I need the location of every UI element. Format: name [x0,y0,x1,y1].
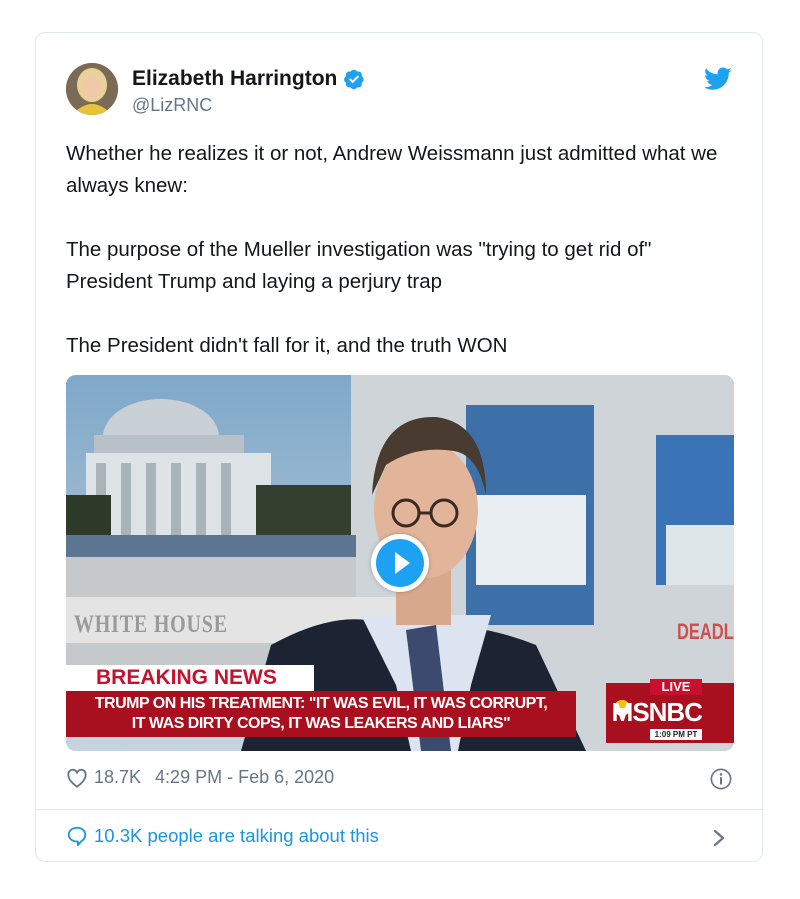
author-handle[interactable]: @LizRNC [132,95,212,116]
author-name[interactable]: Elizabeth Harrington [132,67,337,91]
broadcast-time: 1:09 PM PT [650,729,702,740]
network-logo: MSNBC [611,697,703,727]
play-button[interactable] [371,534,429,592]
play-icon [376,539,424,587]
speech-bubble-icon [67,826,87,847]
headline-line: TRUMP ON HIS TREATMENT: "IT WAS EVIL, IT… [94,695,548,712]
video-player[interactable]: WHITE HOUSE DEADL BREAKING NEWS TRUMP ON… [66,375,734,751]
chevron-right-icon[interactable] [712,828,726,848]
breaking-news-banner: BREAKING NEWS [66,665,314,691]
avatar[interactable] [66,63,118,115]
tweet-card: Elizabeth Harrington @LizRNC Whether he … [35,32,763,862]
info-icon[interactable] [710,768,732,790]
headline-line: IT WAS DIRTY COPS, IT WAS LEAKERS AND LI… [131,715,511,732]
news-headline: TRUMP ON HIS TREATMENT: "IT WAS EVIL, IT… [66,691,576,737]
conversation-text[interactable]: 10.3K people are talking about this [94,825,379,847]
tweet-paragraph: The purpose of the Mueller investigation… [66,238,652,293]
tweet-paragraph: The President didn't fall for it, and th… [66,334,508,357]
heart-icon[interactable] [66,768,88,788]
divider [36,809,762,810]
tweet-paragraph: Whether he realizes it or not, Andrew We… [66,142,718,197]
like-count[interactable]: 18.7K [94,767,141,788]
backdrop-sign: WHITE HOUSE [74,611,228,638]
twitter-bird-icon[interactable] [704,67,732,91]
author-name-row[interactable]: Elizabeth Harrington [132,67,365,91]
backdrop-sign-right: DEADL [677,619,734,644]
tweet-meta: 18.7K 4:29 PM - Feb 6, 2020 [66,767,334,788]
tweet-timestamp[interactable]: 4:29 PM - Feb 6, 2020 [155,767,334,788]
conversation-link[interactable]: 10.3K people are talking about this [66,825,379,847]
tweet-text: Whether he realizes it or not, Andrew We… [66,138,736,362]
verified-badge-icon [343,68,365,90]
